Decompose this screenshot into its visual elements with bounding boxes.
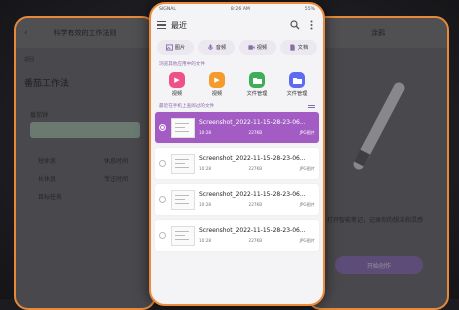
category-chips: 图片 音频 视频 文档 (151, 36, 323, 59)
file-row[interactable]: Screenshot_2022-11-15-28-23-06... 10:28 … (155, 148, 319, 179)
mic-icon (207, 44, 213, 50)
app-shortcut-video-2[interactable]: ▶ 视频 (198, 72, 236, 97)
image-icon (165, 44, 173, 51)
signal-label: SIGNAL (159, 6, 176, 12)
app-label: 文件管理 (286, 91, 308, 97)
recent-section-title: 最近在手机上查阅过的文件 (159, 104, 215, 109)
select-radio[interactable] (159, 232, 166, 239)
file-type: JPG图片 (299, 130, 315, 135)
file-date: 10:28 (199, 238, 212, 243)
chip-label: 图片 (174, 45, 186, 51)
left-phone-preview: 科学有效的工作法则 ‹ 返回 番茄工作法 番茄钟 短休息 长休息 目标任务 休息… (14, 16, 156, 310)
menu-icon[interactable] (157, 21, 166, 29)
select-radio[interactable] (159, 124, 166, 131)
file-date: 10:28 (199, 166, 212, 171)
file-manager-phone: SIGNAL 8:26 AM 55% 最近 图片 音频 视频 文档 浏览其他应用… (149, 2, 325, 306)
app-shortcut-files-2[interactable]: 文件管理 (278, 72, 316, 97)
file-date: 10:28 (199, 130, 212, 135)
select-radio[interactable] (159, 160, 166, 167)
page-title: 最近 (171, 20, 187, 30)
play-icon: ▶ (209, 72, 225, 88)
file-row[interactable]: Screenshot_2022-11-15-28-23-06... 10:28 … (155, 220, 319, 251)
folder-icon (289, 72, 305, 88)
recent-file-list: Screenshot_2022-11-15-28-23-06... 10:28 … (151, 112, 323, 251)
file-type: JPG图片 (299, 166, 315, 171)
file-date: 10:28 (199, 202, 212, 207)
chip-images[interactable]: 图片 (157, 40, 194, 55)
doc-icon (290, 44, 295, 51)
search-icon[interactable] (289, 19, 301, 31)
video-icon (248, 45, 255, 50)
file-name: Screenshot_2022-11-15-28-23-06... (199, 227, 306, 234)
file-type: JPG图片 (299, 202, 315, 207)
app-shortcut-video-1[interactable]: ▶ 视频 (158, 72, 196, 97)
file-name: Screenshot_2022-11-15-28-23-06... (199, 155, 306, 162)
file-thumbnail (171, 117, 195, 138)
app-label: 视频 (171, 91, 183, 97)
status-time: 8:26 AM (230, 6, 250, 12)
battery-level: 55% (304, 6, 315, 12)
app-bar: 最近 (151, 14, 323, 36)
chip-video[interactable]: 视频 (239, 40, 276, 55)
chip-label: 视频 (256, 45, 268, 51)
play-icon: ▶ (169, 72, 185, 88)
app-label: 视频 (211, 91, 223, 97)
apps-section-title: 浏览其他应用中的文件 (159, 62, 205, 67)
folder-icon (249, 72, 265, 88)
file-thumbnail (171, 153, 195, 174)
file-size: 227KB (248, 238, 263, 243)
app-label: 文件管理 (246, 91, 268, 97)
app-shortcut-files-1[interactable]: 文件管理 (238, 72, 276, 97)
sort-icon[interactable] (308, 104, 315, 108)
status-bar: SIGNAL 8:26 AM 55% (151, 4, 323, 14)
file-size: 227KB (248, 202, 263, 207)
file-type: JPG图片 (299, 238, 315, 243)
chip-audio[interactable]: 音频 (198, 40, 235, 55)
file-name: Screenshot_2022-11-15-28-23-06... (199, 191, 306, 198)
right-phone-preview: 涂鸦 打开智能笔记，记录你的想法和灵感 开始创作 (307, 16, 449, 310)
file-row[interactable]: Screenshot_2022-11-15-28-23-06... 10:28 … (155, 112, 319, 143)
file-thumbnail (171, 189, 195, 210)
app-shortcuts: ▶ 视频 ▶ 视频 文件管理 文件管理 (151, 70, 323, 103)
select-radio[interactable] (159, 196, 166, 203)
file-size: 227KB (248, 130, 263, 135)
chip-label: 音频 (215, 45, 227, 51)
file-name: Screenshot_2022-11-15-28-23-06... (199, 119, 306, 126)
file-size: 227KB (248, 166, 263, 171)
chip-documents[interactable]: 文档 (280, 40, 317, 55)
chip-label: 文档 (297, 45, 309, 51)
more-icon[interactable] (305, 19, 317, 31)
file-row[interactable]: Screenshot_2022-11-15-28-23-06... 10:28 … (155, 184, 319, 215)
file-thumbnail (171, 225, 195, 246)
